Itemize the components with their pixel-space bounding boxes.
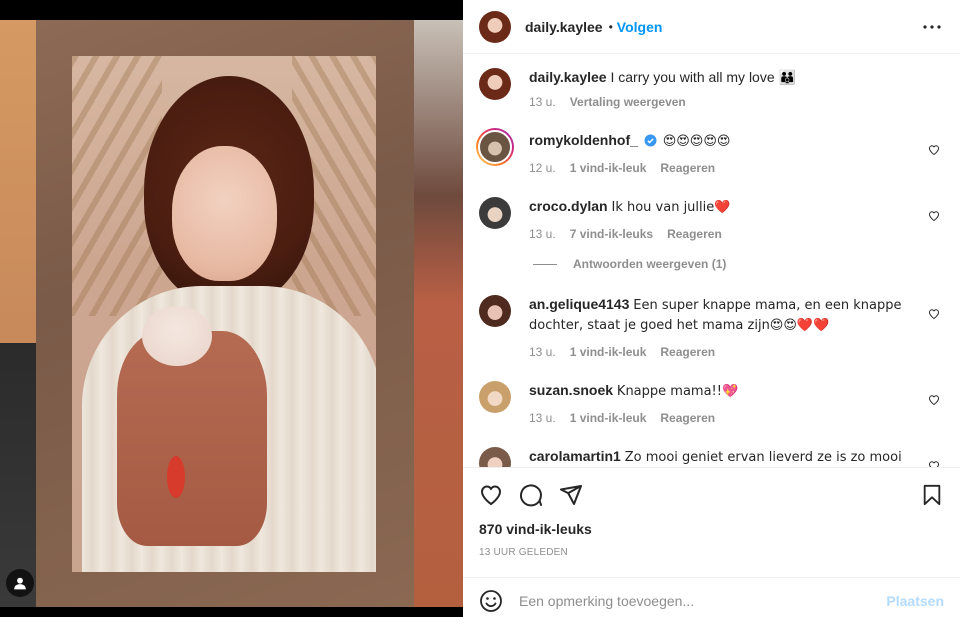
photo-heart-embroidery	[167, 456, 185, 498]
photo-baby-carrier	[117, 331, 267, 546]
avatar[interactable]	[479, 295, 511, 327]
avatar-story-ring[interactable]	[476, 128, 514, 166]
avatar	[478, 130, 512, 164]
share-icon[interactable]	[559, 483, 583, 507]
comment-likes[interactable]: 1 vind-ik-leuk	[570, 409, 647, 427]
avatar[interactable]	[479, 381, 511, 413]
photo-baby	[142, 306, 212, 366]
replies-divider	[533, 263, 557, 265]
heart-icon[interactable]	[928, 143, 942, 157]
reply-button[interactable]: Reageren	[660, 409, 715, 427]
heart-icon[interactable]	[479, 483, 503, 507]
comment-icon[interactable]	[519, 483, 543, 507]
comment-composer: Plaatsen	[463, 577, 960, 617]
avatar[interactable]	[479, 10, 511, 43]
post-side-panel: daily.kaylee • Volgen daily.kaylee I car…	[463, 0, 960, 617]
avatar[interactable]	[479, 447, 511, 467]
post-actions	[463, 467, 960, 521]
comment-time[interactable]: 13 u.	[529, 343, 556, 361]
comment-item: croco.dylan Ik hou van jullie❤️ 13 u. 7 …	[479, 197, 944, 243]
view-replies-label: Antwoorden weergeven (1)	[573, 257, 727, 271]
avatar[interactable]	[479, 68, 511, 100]
comment-item: an.gelique4143 Een super knappe mama, en…	[479, 295, 944, 361]
translate-link[interactable]: Vertaling weergeven	[570, 93, 686, 111]
post-caption: daily.kaylee I carry you with all my lov…	[479, 68, 944, 111]
reply-button[interactable]: Reageren	[667, 225, 722, 243]
post-header: daily.kaylee • Volgen	[463, 0, 960, 54]
more-icon[interactable]	[920, 15, 944, 39]
post-photo	[72, 56, 376, 572]
heart-icon[interactable]	[928, 307, 942, 321]
avatar[interactable]	[479, 197, 511, 229]
comment-username[interactable]: an.gelique4143	[529, 296, 629, 312]
reply-button[interactable]: Reageren	[660, 159, 715, 177]
comment-time[interactable]: 12 u.	[529, 159, 556, 177]
user-tag-icon[interactable]	[6, 569, 34, 597]
verified-icon	[644, 133, 657, 151]
comment-time[interactable]: 13 u.	[529, 225, 556, 243]
heart-icon[interactable]	[928, 459, 942, 467]
media-background-left	[0, 20, 36, 607]
comment-item: romykoldenhof_ 😍😍😍😍😍 12 u. 1 vind-ik-leu…	[476, 128, 944, 177]
heart-icon[interactable]	[928, 209, 942, 223]
comment-item: suzan.snoek Knappe mama!!💖 13 u. 1 vind-…	[479, 381, 944, 427]
photo-face	[172, 146, 277, 281]
author-username[interactable]: daily.kaylee	[525, 19, 603, 35]
comment-time[interactable]: 13 u.	[529, 409, 556, 427]
comments-list[interactable]: daily.kaylee I carry you with all my lov…	[463, 54, 960, 467]
comment-username[interactable]: romykoldenhof_	[529, 132, 638, 148]
post-media[interactable]	[0, 0, 463, 617]
view-replies-button[interactable]: Antwoorden weergeven (1)	[533, 257, 944, 271]
post-dialog: daily.kaylee • Volgen daily.kaylee I car…	[0, 0, 960, 617]
comment-username[interactable]: carolamartin1	[529, 448, 621, 464]
comment-likes[interactable]: 1 vind-ik-leuk	[570, 343, 647, 361]
reply-button[interactable]: Reageren	[660, 343, 715, 361]
comment-likes[interactable]: 7 vind-ik-leuks	[570, 225, 653, 243]
comment-item: carolamartin1 Zo mooi geniet ervan lieve…	[479, 447, 944, 467]
media-background-right	[413, 20, 463, 607]
post-comment-button[interactable]: Plaatsen	[886, 593, 944, 609]
caption-time[interactable]: 13 u.	[529, 93, 556, 111]
comment-text: Ik hou van jullie❤️	[611, 200, 731, 215]
caption-text: I carry you with all my love 👪	[610, 69, 796, 85]
like-count[interactable]: 870 vind-ik-leuks	[463, 521, 960, 543]
follow-button[interactable]: Volgen	[617, 19, 663, 35]
header-separator: •	[608, 19, 613, 34]
smile-icon[interactable]	[479, 589, 503, 613]
post-time-ago[interactable]: 13 UUR GELEDEN	[463, 543, 960, 573]
comment-username[interactable]: croco.dylan	[529, 198, 608, 214]
comment-text: Knappe mama!!💖	[616, 384, 739, 399]
comment-input[interactable]	[519, 592, 887, 609]
comment-text: 😍😍😍😍😍	[662, 134, 731, 149]
caption-username[interactable]: daily.kaylee	[529, 69, 607, 85]
heart-icon[interactable]	[928, 393, 942, 407]
bookmark-icon[interactable]	[920, 483, 944, 507]
comment-username[interactable]: suzan.snoek	[529, 382, 613, 398]
comment-likes[interactable]: 1 vind-ik-leuk	[570, 159, 647, 177]
